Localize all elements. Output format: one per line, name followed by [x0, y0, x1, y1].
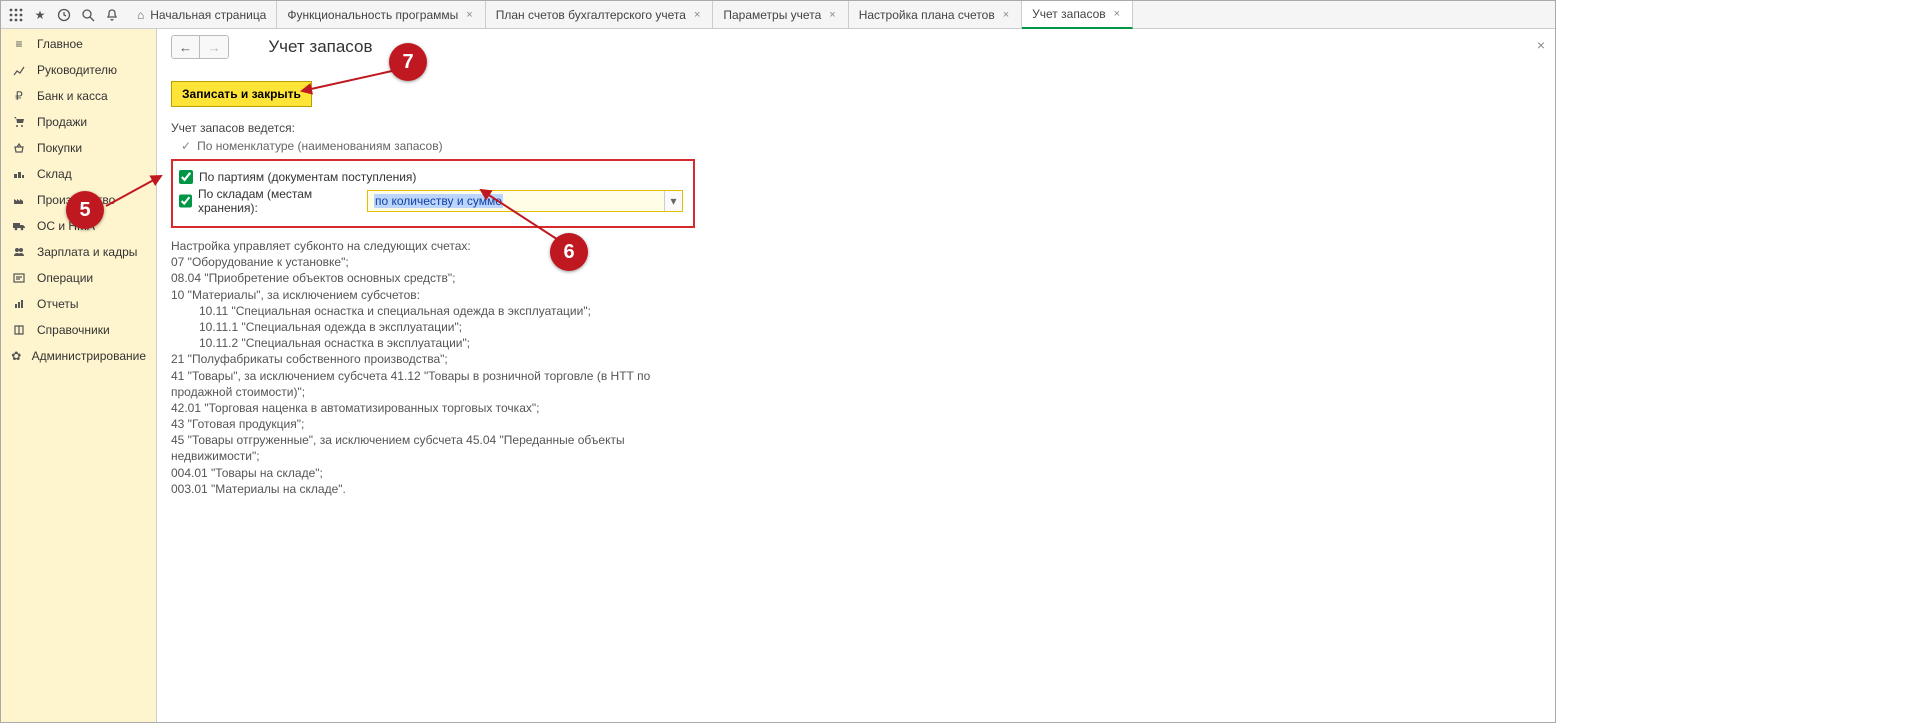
- cart-icon: [11, 116, 27, 128]
- toolbar-icons: ★: [1, 1, 127, 28]
- sidebar-item-operations[interactable]: Операции: [1, 265, 156, 291]
- sidebar-item-hr[interactable]: Зарплата и кадры: [1, 239, 156, 265]
- ops-icon: [11, 272, 27, 284]
- sidebar-item-reports[interactable]: Отчеты: [1, 291, 156, 317]
- sidebar-item-sales[interactable]: Продажи: [1, 109, 156, 135]
- sidebar-item-purchases[interactable]: Покупки: [1, 135, 156, 161]
- tab-label: Функциональность программы: [287, 8, 458, 22]
- tab-label: План счетов бухгалтерского учета: [496, 8, 686, 22]
- checkbox-warehouses[interactable]: [179, 194, 192, 208]
- tab-label: Учет запасов: [1032, 7, 1106, 21]
- tab-label: Параметры учета: [723, 8, 821, 22]
- sidebar-item-admin[interactable]: ✿ Администрирование: [1, 343, 156, 369]
- annotation-marker-5: 5: [66, 191, 104, 229]
- sidebar-item-label: Банк и касса: [37, 89, 108, 103]
- highlighted-options-box: По партиям (документам поступления) По с…: [171, 159, 695, 228]
- basket-icon: [11, 142, 27, 154]
- save-and-close-button[interactable]: Записать и закрыть: [171, 81, 312, 107]
- history-icon[interactable]: [53, 4, 75, 26]
- sidebar-item-manager[interactable]: Руководителю: [1, 57, 156, 83]
- annotation-marker-6: 6: [550, 233, 588, 271]
- menu-icon: ≡: [11, 37, 27, 51]
- sidebar: ≡ Главное Руководителю ₽ Банк и касса Прод…: [1, 29, 157, 722]
- tab-accounting-params[interactable]: Параметры учета ×: [713, 1, 848, 28]
- tab-home[interactable]: ⌂ Начальная страница: [127, 1, 277, 28]
- sidebar-item-label: Склад: [37, 167, 72, 181]
- sidebar-item-label: Покупки: [37, 141, 82, 155]
- sidebar-item-label: Руководителю: [37, 63, 117, 77]
- checkbox-warehouses-row: По складам (местам хранения): по количес…: [179, 187, 683, 215]
- close-icon[interactable]: ×: [464, 9, 474, 21]
- close-icon[interactable]: ×: [1112, 8, 1122, 20]
- check-icon: ✓: [181, 139, 191, 153]
- top-toolbar: ★ ⌂ Начальная страница Функциональность …: [1, 1, 1555, 29]
- sidebar-item-label: Отчеты: [37, 297, 78, 311]
- tab-chart-settings[interactable]: Настройка плана счетов ×: [849, 1, 1022, 28]
- apps-icon[interactable]: [5, 4, 27, 26]
- page-title: Учет запасов: [268, 37, 372, 57]
- checkbox-batches[interactable]: [179, 170, 193, 184]
- sidebar-item-label: Администрирование: [32, 349, 146, 363]
- tab-label: Начальная страница: [150, 8, 266, 22]
- close-icon[interactable]: ×: [1001, 9, 1011, 21]
- sidebar-item-refs[interactable]: Справочники: [1, 317, 156, 343]
- home-icon: ⌂: [137, 8, 144, 22]
- book-icon: [11, 324, 27, 336]
- search-icon[interactable]: [77, 4, 99, 26]
- tab-functionality[interactable]: Функциональность программы ×: [277, 1, 485, 28]
- annotation-marker-7: 7: [389, 43, 427, 81]
- locked-checkbox-row: ✓ По номенклатуре (наименованиям запасов…: [171, 139, 1541, 153]
- checkbox-batches-row: По партиям (документам поступления): [179, 170, 683, 184]
- warehouse-icon: [11, 168, 27, 180]
- sidebar-item-label: Справочники: [37, 323, 110, 337]
- checkbox-batches-label: По партиям (документам поступления): [199, 170, 416, 184]
- gear-icon: ✿: [11, 349, 22, 363]
- sidebar-item-warehouse[interactable]: Склад: [1, 161, 156, 187]
- description-text: Настройка управляет субконто на следующи…: [171, 238, 691, 497]
- ruble-icon: ₽: [11, 89, 27, 103]
- locked-check-label: По номенклатуре (наименованиям запасов): [197, 139, 443, 153]
- reports-icon: [11, 298, 27, 310]
- nav-back-forward: ← →: [171, 35, 229, 59]
- people-icon: [11, 246, 27, 258]
- close-icon[interactable]: ×: [827, 9, 837, 21]
- tab-bar: ⌂ Начальная страница Функциональность пр…: [127, 1, 1555, 28]
- section-label: Учет запасов ведется:: [171, 121, 1541, 135]
- factory-icon: [11, 194, 27, 206]
- dropdown-value: по количеству и сумме: [368, 191, 664, 211]
- checkbox-warehouses-label: По складам (местам хранения):: [198, 187, 357, 215]
- nav-back-button[interactable]: ←: [172, 36, 200, 58]
- sidebar-item-label: Операции: [37, 271, 93, 285]
- nav-forward-button[interactable]: →: [200, 36, 228, 58]
- bell-icon[interactable]: [101, 4, 123, 26]
- star-icon[interactable]: ★: [29, 4, 51, 26]
- sidebar-item-label: Главное: [37, 37, 83, 51]
- sidebar-item-label: Зарплата и кадры: [37, 245, 137, 259]
- sidebar-item-bank[interactable]: ₽ Банк и касса: [1, 83, 156, 109]
- content-area: × ← → Учет запасов Записать и закрыть Уч…: [157, 29, 1555, 722]
- close-icon[interactable]: ×: [692, 9, 702, 21]
- tab-inventory[interactable]: Учет запасов ×: [1022, 1, 1133, 29]
- truck-icon: [11, 220, 27, 232]
- warehouse-mode-dropdown[interactable]: по количеству и сумме ▾: [367, 190, 683, 212]
- sidebar-item-main[interactable]: ≡ Главное: [1, 31, 156, 57]
- chevron-down-icon[interactable]: ▾: [664, 191, 682, 211]
- close-page-icon[interactable]: ×: [1537, 37, 1545, 53]
- sidebar-item-label: Продажи: [37, 115, 87, 129]
- tab-label: Настройка плана счетов: [859, 8, 995, 22]
- tab-chart-accounts[interactable]: План счетов бухгалтерского учета ×: [486, 1, 714, 28]
- chart-icon: [11, 64, 27, 76]
